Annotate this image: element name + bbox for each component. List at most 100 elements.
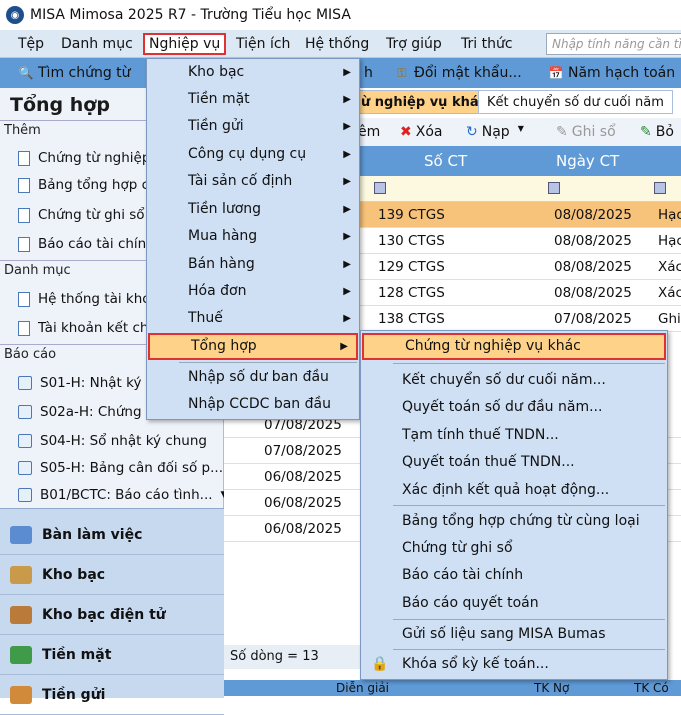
- report-icon: [18, 434, 32, 448]
- e-treasury-icon: [10, 605, 32, 624]
- report-icon: [18, 405, 32, 419]
- menu-operations[interactable]: Nghiệp vụ: [143, 33, 227, 55]
- delete-icon: ✖: [400, 124, 412, 140]
- submenu-arrow-icon: ▶: [343, 67, 351, 78]
- menu-catalog[interactable]: Danh mục: [57, 33, 137, 55]
- report-icon: [18, 376, 32, 390]
- feature-search-input[interactable]: Nhập tính năng cần tìm: [546, 33, 681, 55]
- row-count: Số dòng = 13: [224, 645, 364, 669]
- sm-item-lock-period[interactable]: 🔒 Khóa sổ kỳ kế toán...: [361, 651, 667, 678]
- nav-desktop[interactable]: Bàn làm việc: [0, 515, 224, 555]
- column-header-doc-no[interactable]: Số CT: [424, 152, 467, 170]
- unpost-icon: ✎: [640, 124, 652, 140]
- post-button[interactable]: ✎ Ghi sổ: [556, 124, 616, 140]
- column-header-debit[interactable]: TK Nợ: [534, 681, 569, 695]
- add-button[interactable]: êm: [358, 124, 380, 140]
- menu-file[interactable]: Tệp: [14, 33, 48, 55]
- menu-system[interactable]: Hệ thống: [301, 33, 373, 55]
- sm-item-financial-report[interactable]: Báo cáo tài chính: [361, 562, 667, 589]
- divider: [393, 363, 665, 364]
- document-icon: [18, 150, 30, 166]
- dd-item-general[interactable]: Tổng hợp ▶: [148, 333, 358, 360]
- dropdown-arrow-icon[interactable]: ▼: [518, 124, 524, 140]
- document-icon: [18, 177, 30, 193]
- dd-item-opening-balance[interactable]: Nhập số dư ban đầu: [147, 364, 359, 391]
- sm-item-opening-settlement[interactable]: Quyết toán số dư đầu năm...: [361, 394, 667, 421]
- treasury-icon: [10, 565, 32, 584]
- nav-cash[interactable]: Tiền mặt: [0, 635, 224, 675]
- lock-icon: 🔒: [371, 656, 389, 672]
- menu-knowledge[interactable]: Tri thức: [457, 33, 517, 55]
- dd-item-fixed-assets[interactable]: Tài sản cố định ▶: [147, 168, 359, 195]
- fiscal-year-button[interactable]: 📅 Năm hạch toán: [548, 62, 676, 84]
- dd-item-salary[interactable]: Tiền lương ▶: [147, 196, 359, 223]
- column-header-description[interactable]: Diễn giải: [336, 681, 389, 695]
- sm-item-tax-settlement[interactable]: Quyết toán thuế TNDN...: [361, 449, 667, 476]
- column-header-credit[interactable]: TK Có: [634, 681, 669, 695]
- report-icon: [18, 488, 32, 502]
- dd-item-cash[interactable]: Tiền mặt ▶: [147, 86, 359, 113]
- section-catalog: Danh mục: [4, 263, 71, 278]
- find-voucher-button[interactable]: 🔍 Tìm chứng từ: [18, 62, 131, 84]
- submenu-arrow-icon: ▶: [343, 259, 351, 270]
- document-icon: [18, 236, 30, 252]
- divider: [393, 649, 665, 650]
- dd-item-sales[interactable]: Bán hàng ▶: [147, 251, 359, 278]
- submenu-arrow-icon: ▶: [340, 341, 348, 352]
- report-item-s05[interactable]: S05-H: Bảng cân đối số p...: [18, 460, 223, 476]
- delete-button[interactable]: ✖ Xóa: [400, 124, 442, 140]
- bank-icon: [10, 685, 32, 704]
- add-item-financial-report[interactable]: Báo cáo tài chính: [18, 236, 155, 252]
- dd-item-tax[interactable]: Thuế ▶: [147, 305, 359, 332]
- submenu-arrow-icon: ▶: [343, 176, 351, 187]
- nav-treasury[interactable]: Kho bạc: [0, 555, 224, 595]
- sm-item-voucher-summary[interactable]: Bảng tổng hợp chứng từ cùng loại: [361, 508, 667, 535]
- report-item-b01[interactable]: B01/BCTC: Báo cáo tình...▼: [18, 487, 227, 503]
- reload-button[interactable]: ↻ Nạp ▼: [466, 124, 524, 140]
- sm-item-settlement-report[interactable]: Báo cáo quyết toán: [361, 590, 667, 617]
- dd-item-opening-tools[interactable]: Nhập CCDC ban đầu: [147, 391, 359, 418]
- title-bar: ◉ MISA Mimosa 2025 R7 - Trường Tiểu học …: [0, 0, 681, 30]
- sm-item-send-bumas[interactable]: Gửi số liệu sang MISA Bumas: [361, 621, 667, 648]
- tab-year-end-transfer[interactable]: Kết chuyển số dư cuối năm: [478, 90, 673, 114]
- tab-other-voucher[interactable]: ừ nghiệp vụ khác: [352, 90, 496, 114]
- filter-icon[interactable]: [374, 182, 386, 194]
- toolbar-fragment: h: [364, 65, 373, 81]
- dd-item-deposit[interactable]: Tiền gửi ▶: [147, 113, 359, 140]
- dd-item-treasury[interactable]: Kho bạc ▶: [147, 59, 359, 86]
- nav-deposit[interactable]: Tiền gửi: [0, 675, 224, 715]
- dd-item-purchase[interactable]: Mua hàng ▶: [147, 223, 359, 250]
- unpost-button[interactable]: ✎ Bỏ: [640, 124, 674, 140]
- report-icon: [18, 461, 32, 475]
- catalog-item-accounts[interactable]: Hệ thống tài khoản: [18, 291, 167, 307]
- menu-help[interactable]: Trợ giúp: [382, 33, 446, 55]
- filter-icon[interactable]: [548, 182, 560, 194]
- change-password-button[interactable]: ⚿ Đổi mật khẩu...: [394, 62, 521, 84]
- key-icon: ⚿: [397, 66, 407, 80]
- add-item-ledger-voucher[interactable]: Chứng từ ghi sổ: [18, 207, 145, 223]
- column-header-doc-date[interactable]: Ngày CT: [556, 152, 619, 170]
- divider: [179, 362, 357, 363]
- sm-item-year-end-transfer[interactable]: Kết chuyển số dư cuối năm...: [361, 367, 667, 394]
- document-icon: [18, 207, 30, 223]
- sm-item-ledger-voucher[interactable]: Chứng từ ghi sổ: [361, 535, 667, 562]
- submenu-arrow-icon: ▶: [343, 204, 351, 215]
- calendar-icon: 📅: [548, 66, 564, 80]
- sm-item-provisional-tax[interactable]: Tạm tính thuế TNDN...: [361, 422, 667, 449]
- dd-item-invoice[interactable]: Hóa đơn ▶: [147, 278, 359, 305]
- section-report: Báo cáo: [4, 347, 57, 362]
- report-item-s04[interactable]: S04-H: Sổ nhật ký chung: [18, 433, 207, 449]
- nav-e-treasury[interactable]: Kho bạc điện tử: [0, 595, 224, 635]
- document-icon: [18, 320, 30, 336]
- dd-item-tools[interactable]: Công cụ dụng cụ ▶: [147, 141, 359, 168]
- filter-icon[interactable]: [654, 182, 666, 194]
- search-icon: 🔍: [18, 66, 34, 80]
- reload-icon: ↻: [466, 124, 478, 140]
- menu-utilities[interactable]: Tiện ích: [232, 33, 294, 55]
- sm-item-other-voucher[interactable]: Chứng từ nghiệp vụ khác: [362, 333, 666, 360]
- general-submenu: Chứng từ nghiệp vụ khác Kết chuyển số dư…: [360, 330, 668, 680]
- sm-item-activity-result[interactable]: Xác định kết quả hoạt động...: [361, 477, 667, 504]
- panel-title: Tổng hợp: [10, 94, 110, 116]
- document-icon: [18, 291, 30, 307]
- submenu-arrow-icon: ▶: [343, 231, 351, 242]
